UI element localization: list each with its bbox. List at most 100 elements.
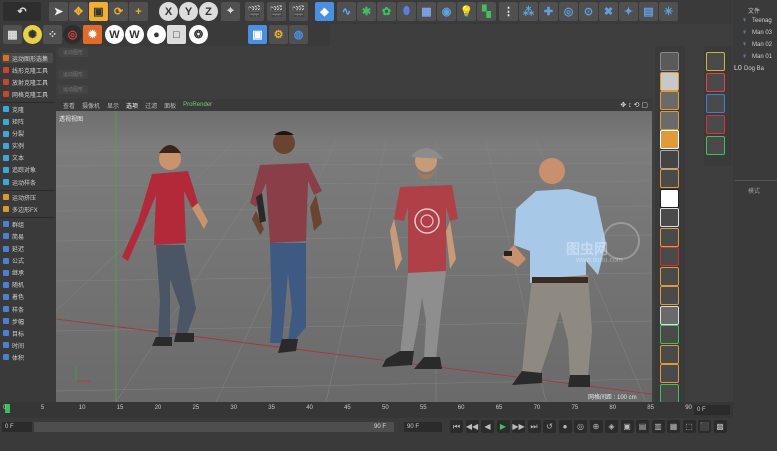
- row2-button-1[interactable]: ▦: [3, 25, 22, 44]
- ghost-button-2[interactable]: 运动图形: [58, 70, 88, 79]
- tool-item[interactable]: 延迟: [2, 244, 53, 254]
- rotation-key-button[interactable]: ▣: [620, 420, 634, 433]
- tool-item[interactable]: 运动挤压: [2, 192, 53, 202]
- burst-icon[interactable]: [660, 227, 679, 247]
- menu-panel[interactable]: 面板: [164, 101, 176, 110]
- render-picture-viewer-button[interactable]: 🎬: [267, 2, 286, 21]
- cube-move-icon[interactable]: [660, 91, 679, 110]
- object-manager-header[interactable]: 文件: [748, 6, 760, 15]
- effector-button-8[interactable]: ▤: [639, 2, 658, 21]
- position-key-button[interactable]: ◈: [605, 420, 618, 433]
- object-item[interactable]: ♀ Teenag: [742, 15, 772, 26]
- x-axis-button[interactable]: X: [159, 2, 178, 21]
- tool-item[interactable]: 文本: [2, 153, 53, 163]
- tool-item[interactable]: 分裂: [2, 129, 53, 139]
- row2-button-10[interactable]: ❂: [189, 25, 208, 44]
- tool-item[interactable]: 群组: [2, 219, 53, 229]
- target-icon[interactable]: [660, 247, 679, 266]
- heart-icon[interactable]: [706, 115, 725, 134]
- orange-arrow-2-icon[interactable]: [660, 364, 679, 383]
- ghost-button-3[interactable]: 运动图形: [58, 85, 88, 94]
- menu-filter[interactable]: 过滤: [145, 101, 157, 110]
- tool-item[interactable]: 运动样条: [2, 177, 53, 187]
- object-item[interactable]: ♀ Man 03: [742, 27, 772, 38]
- y-axis-button[interactable]: Y: [179, 2, 198, 21]
- ring-icon[interactable]: [660, 286, 679, 305]
- ghost-button-1[interactable]: 运动图形: [58, 48, 88, 57]
- tool-item[interactable]: 克隆: [2, 104, 53, 114]
- effector-button-9[interactable]: ✳: [659, 2, 678, 21]
- prev-frame-button[interactable]: ◀: [481, 420, 494, 433]
- interp-button[interactable]: ⬚: [682, 420, 696, 433]
- row2-button-4[interactable]: ◎: [63, 25, 82, 44]
- range-slider[interactable]: [34, 422, 394, 432]
- floor-button[interactable]: ▦: [417, 2, 436, 21]
- move-tool-button[interactable]: ✥: [69, 2, 88, 21]
- deformer-button[interactable]: ⬮: [397, 2, 416, 21]
- row2-button-11[interactable]: ▣: [248, 25, 267, 44]
- go-start-button[interactable]: ⏮: [450, 420, 463, 433]
- row2-button-13[interactable]: ◍: [289, 25, 308, 44]
- effector-button-4[interactable]: ◎: [559, 2, 578, 21]
- subdivision-button[interactable]: ✱: [357, 2, 376, 21]
- row2-button-8[interactable]: ●: [147, 25, 166, 44]
- floor-white-icon[interactable]: [660, 188, 679, 208]
- render-view-button[interactable]: 🎬: [245, 2, 264, 21]
- row2-button-3[interactable]: ⁘: [43, 25, 62, 44]
- attribute-header[interactable]: 模式: [748, 186, 760, 195]
- row2-button-7[interactable]: W: [125, 25, 144, 44]
- current-frame-field[interactable]: 0 F: [694, 405, 730, 415]
- tool-item[interactable]: 继承: [2, 268, 53, 278]
- scale-key-button[interactable]: ▤: [636, 420, 649, 433]
- gear-icon[interactable]: [660, 266, 679, 286]
- knife-icon[interactable]: [660, 149, 679, 169]
- loop-button[interactable]: ↺: [543, 420, 556, 433]
- menu-view[interactable]: 查看: [63, 101, 75, 110]
- curtain-icon[interactable]: [660, 208, 679, 227]
- pla-key-button[interactable]: ▦: [667, 420, 680, 433]
- z-axis-button[interactable]: Z: [199, 2, 218, 21]
- mograph-cloner-button[interactable]: ▚: [477, 2, 496, 21]
- viewport-nav-icons[interactable]: ✥ ↕ ⟲ ▢: [620, 101, 648, 109]
- cube-select-icon[interactable]: [660, 71, 679, 91]
- start-frame-field[interactable]: 0 F: [2, 422, 32, 432]
- cube-scale-icon[interactable]: [660, 110, 679, 130]
- light-button[interactable]: 💡: [457, 2, 476, 21]
- undo-button[interactable]: ↶: [3, 2, 41, 21]
- add-key-button[interactable]: ⊕: [589, 420, 603, 433]
- add-tool-button[interactable]: +: [129, 2, 148, 21]
- menu-display[interactable]: 显示: [107, 101, 119, 110]
- point-level-button[interactable]: ⬛: [698, 420, 711, 433]
- scale-tool-button[interactable]: ▣: [89, 2, 108, 21]
- tool-item[interactable]: 简易: [2, 231, 53, 241]
- tool-item[interactable]: 实例: [2, 141, 53, 151]
- perspective-viewport[interactable]: 透视视图 图虫网 www.ikutu.com 网格间距 : 100 cm: [56, 111, 652, 402]
- tool-item[interactable]: 追踪对象: [2, 165, 53, 175]
- sculpt-icon[interactable]: [660, 52, 679, 71]
- play-button[interactable]: ▶: [496, 420, 510, 433]
- autokey-button[interactable]: ◎: [574, 420, 587, 433]
- squash-icon[interactable]: [706, 94, 725, 113]
- tool-item[interactable]: 时间: [2, 340, 53, 350]
- tool-item[interactable]: 随机: [2, 280, 53, 290]
- max-frame-field[interactable]: 90 F: [404, 422, 442, 432]
- effector-button-2[interactable]: ⁂: [519, 2, 538, 21]
- timeline-ruler[interactable]: [0, 402, 733, 418]
- row2-button-5[interactable]: ✹: [83, 25, 102, 44]
- tool-item[interactable]: 着色: [2, 292, 53, 302]
- row2-button-2[interactable]: ✺: [23, 25, 42, 44]
- record-button[interactable]: ●: [558, 420, 572, 433]
- tool-item[interactable]: 步幅: [2, 316, 53, 326]
- spline-pen-button[interactable]: ∿: [337, 2, 356, 21]
- flat-plane-icon[interactable]: [660, 305, 679, 325]
- cube-object-button[interactable]: ◆: [315, 2, 334, 21]
- prev-key-button[interactable]: ◀◀: [465, 420, 479, 433]
- effector-button-1[interactable]: ⋮: [499, 2, 518, 21]
- tool-item[interactable]: 体积: [2, 352, 53, 362]
- tool-item[interactable]: 目标: [2, 328, 53, 338]
- effector-button-6[interactable]: ✖: [599, 2, 618, 21]
- tool-item[interactable]: 线形克隆工具: [2, 65, 53, 75]
- render-settings-button[interactable]: 🎬: [289, 2, 308, 21]
- array-button[interactable]: ✿: [377, 2, 396, 21]
- effector-button-5[interactable]: ⊙: [579, 2, 598, 21]
